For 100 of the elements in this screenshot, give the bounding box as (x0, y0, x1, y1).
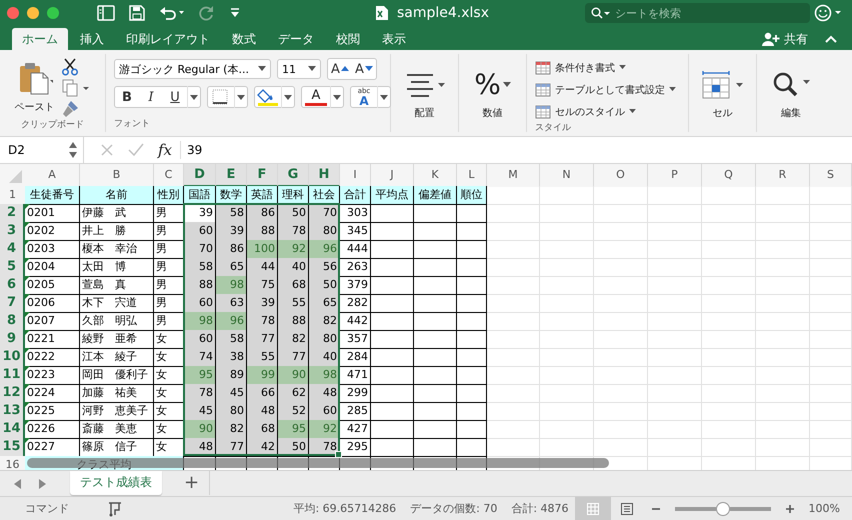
empty-cell (648, 330, 702, 349)
paintbrush-icon[interactable] (60, 100, 78, 118)
row-header[interactable]: 13 (0, 402, 25, 421)
row-header[interactable]: 2 (0, 204, 25, 223)
caret-icon[interactable] (187, 86, 200, 108)
column-header[interactable]: N (540, 164, 594, 187)
empty-cell (540, 312, 594, 331)
number-format-button[interactable]: % 数値 (474, 70, 511, 120)
column-header[interactable]: P (648, 164, 702, 187)
table-cell: 48 (247, 402, 278, 421)
search-field[interactable]: シートを検索 (585, 3, 810, 23)
table-cell: 60 (184, 222, 216, 241)
column-header[interactable]: I (340, 164, 371, 187)
paste-button[interactable]: ペースト (14, 58, 54, 118)
italic-button[interactable]: I (139, 87, 163, 107)
style-menu-button[interactable]: 条件付き書式 (535, 58, 676, 77)
editing-button[interactable]: 編集 (770, 70, 812, 120)
row-header[interactable]: 3 (0, 222, 25, 241)
sheet-tab[interactable]: テスト成績表 (70, 471, 162, 495)
minimize-button[interactable] (27, 7, 39, 19)
ribbon-tab[interactable]: 校閲 (326, 28, 370, 50)
style-menu-button[interactable]: セルのスタイル (535, 102, 676, 121)
caret-icon[interactable] (377, 86, 390, 108)
row-header[interactable]: 10 (0, 348, 25, 367)
column-header[interactable]: J (371, 164, 414, 187)
row-header[interactable]: 4 (0, 240, 25, 259)
checkmark-icon[interactable] (128, 143, 144, 157)
macro-record-icon[interactable] (107, 500, 123, 516)
ribbon-tab[interactable]: 印刷レイアウト (116, 28, 220, 50)
underline-button[interactable]: U (163, 87, 187, 107)
ribbon-tab[interactable]: 挿入 (70, 28, 114, 50)
row-header[interactable]: 6 (0, 276, 25, 295)
cells-button[interactable]: セル (700, 70, 744, 120)
share-button[interactable]: 共有 (762, 28, 808, 50)
column-header[interactable]: H (309, 164, 340, 187)
row-header[interactable]: 8 (0, 312, 25, 331)
caret-icon[interactable] (234, 86, 247, 108)
add-sheet-button[interactable]: + (174, 471, 210, 495)
zoom-button[interactable] (47, 7, 59, 19)
save-icon[interactable] (129, 5, 145, 21)
column-header[interactable]: G (278, 164, 309, 187)
smiley-icon[interactable] (814, 4, 842, 22)
column-header[interactable]: R (756, 164, 810, 187)
horizontal-scrollbar[interactable] (27, 458, 609, 468)
collapse-icon[interactable] (824, 34, 838, 44)
column-header[interactable]: C (154, 164, 184, 187)
shrink-font-button[interactable]: A (352, 59, 376, 79)
row-header[interactable]: 16 (0, 456, 25, 470)
column-header[interactable]: S (810, 164, 852, 187)
column-header[interactable]: Q (702, 164, 756, 187)
row-header[interactable]: 9 (0, 330, 25, 349)
grow-font-button[interactable]: A (328, 59, 352, 79)
row-header[interactable]: 11 (0, 366, 25, 385)
table-cell: 263 (340, 258, 371, 277)
ribbon-tab[interactable]: 数式 (222, 28, 266, 50)
scissors-icon[interactable] (60, 58, 78, 76)
column-header[interactable]: K (414, 164, 457, 187)
caret-icon[interactable] (281, 86, 294, 108)
row-header[interactable]: 5 (0, 258, 25, 277)
row-header[interactable]: 12 (0, 384, 25, 403)
column-header[interactable]: D (184, 164, 216, 187)
row-header[interactable]: 1 (0, 186, 25, 205)
column-header[interactable]: A (25, 164, 80, 187)
undo-icon[interactable] (159, 5, 185, 21)
column-header[interactable]: B (80, 164, 154, 187)
column-header[interactable]: L (457, 164, 487, 187)
zoom-in-icon[interactable] (784, 504, 795, 514)
next-sheet-icon[interactable] (36, 478, 48, 490)
customize-icon[interactable] (229, 7, 241, 19)
column-heading: 名前 (80, 186, 154, 205)
empty-cell (457, 330, 487, 349)
empty-cell (810, 186, 852, 205)
table-cell: 95 (278, 420, 309, 439)
ribbon-tab[interactable]: データ (268, 28, 324, 50)
previous-sheet-icon[interactable] (12, 478, 24, 490)
row-header[interactable]: 7 (0, 294, 25, 313)
column-heading: 偏差値 (414, 186, 457, 205)
ribbon-tab[interactable]: 表示 (372, 28, 416, 50)
sidebar-icon[interactable] (97, 5, 115, 21)
search-icon[interactable] (591, 7, 611, 19)
caret-icon[interactable] (330, 86, 343, 108)
font-name-dropdown[interactable]: 游ゴシック Regular (本... (114, 59, 271, 79)
style-menu-button[interactable]: テーブルとして書式設定 (535, 80, 676, 99)
empty-cell (702, 438, 756, 457)
formula-field[interactable]: 39 (187, 143, 202, 157)
font-size-dropdown[interactable]: 11 (277, 59, 321, 79)
column-header[interactable]: F (247, 164, 278, 187)
empty-cell (371, 204, 414, 223)
empty-cell (487, 204, 540, 223)
row-header[interactable]: 15 (0, 438, 25, 457)
ribbon-tab[interactable]: ホーム (12, 28, 68, 50)
row-header[interactable]: 14 (0, 420, 25, 439)
bold-button[interactable]: B (115, 87, 139, 107)
empty-cell (414, 420, 457, 439)
alignment-button[interactable]: 配置 (404, 70, 446, 120)
table-cell: 68 (278, 276, 309, 295)
insert-function-button[interactable]: fx (158, 141, 182, 159)
column-header[interactable]: E (216, 164, 247, 187)
column-header[interactable]: M (487, 164, 540, 187)
column-header[interactable]: O (594, 164, 648, 187)
